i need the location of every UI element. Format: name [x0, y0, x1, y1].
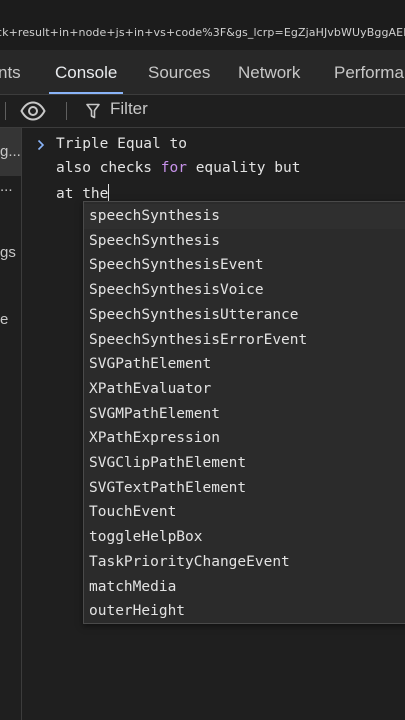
autocomplete-item[interactable]: XPathExpression — [84, 426, 405, 451]
sidebar-item-warnings[interactable]: gs — [0, 244, 21, 261]
devtools-screen: ck+result+in+node+js+in+vs+code%3F&gs_lc… — [0, 0, 405, 720]
sidebar-item-messages[interactable]: g... — [0, 128, 21, 176]
autocomplete-item[interactable]: TouchEvent — [84, 500, 405, 525]
console-input-line[interactable]: Triple Equal to — [56, 136, 187, 152]
autocomplete-popup: speechSynthesis SpeechSynthesis SpeechSy… — [83, 201, 405, 624]
autocomplete-item[interactable]: SpeechSynthesisUtterance — [84, 303, 405, 328]
filter-input[interactable]: Filter — [110, 99, 148, 119]
autocomplete-item[interactable]: SpeechSynthesis — [84, 229, 405, 254]
toolbar-divider — [66, 102, 67, 120]
code-text: at the — [56, 186, 109, 202]
code-text: Triple Equal to — [56, 136, 187, 152]
autocomplete-item[interactable]: XPathEvaluator — [84, 377, 405, 402]
console-toolbar: Filter — [0, 95, 405, 128]
autocomplete-item[interactable]: SpeechSynthesisErrorEvent — [84, 328, 405, 353]
autocomplete-item[interactable]: SpeechSynthesisVoice — [84, 278, 405, 303]
sidebar-item-info[interactable]: e — [0, 311, 21, 328]
console-input-line[interactable]: also checks for equality but — [56, 160, 300, 176]
code-text: also checks — [56, 160, 161, 176]
autocomplete-item[interactable]: SVGTextPathElement — [84, 476, 405, 501]
toolbar-divider — [5, 102, 6, 120]
url-text: ck+result+in+node+js+in+vs+code%3F&gs_lc… — [0, 26, 405, 39]
code-text: equality but — [186, 160, 301, 176]
tab-console[interactable]: Console — [48, 50, 124, 94]
console-input-line[interactable]: at the — [56, 184, 110, 202]
autocomplete-item[interactable]: matchMedia — [84, 575, 405, 600]
address-bar[interactable]: ck+result+in+node+js+in+vs+code%3F&gs_lc… — [0, 0, 405, 50]
sidebar-item-errors[interactable]: ... — [0, 178, 21, 195]
devtools-tab-bar: nts Console Sources Network Performan — [0, 50, 405, 95]
console-sidebar: g... ... gs e — [0, 128, 22, 720]
autocomplete-item[interactable]: TaskPriorityChangeEvent — [84, 550, 405, 575]
autocomplete-item[interactable]: speechSynthesis — [84, 204, 405, 229]
code-keyword: for — [160, 160, 187, 176]
tab-elements[interactable]: nts — [0, 50, 21, 94]
filter-icon — [86, 103, 100, 119]
tab-performance[interactable]: Performan — [334, 50, 405, 94]
tab-sources[interactable]: Sources — [148, 50, 210, 94]
autocomplete-item[interactable]: SpeechSynthesisEvent — [84, 253, 405, 278]
autocomplete-item[interactable]: SVGClipPathElement — [84, 451, 405, 476]
autocomplete-item[interactable]: SVGPathElement — [84, 352, 405, 377]
chevron-right-icon — [37, 139, 45, 151]
autocomplete-item[interactable]: SVGMPathElement — [84, 402, 405, 427]
autocomplete-item[interactable]: outerHeight — [84, 599, 405, 624]
autocomplete-item[interactable]: toggleHelpBox — [84, 525, 405, 550]
eye-icon[interactable] — [20, 101, 46, 121]
tab-network[interactable]: Network — [238, 50, 300, 94]
text-cursor — [108, 184, 110, 201]
